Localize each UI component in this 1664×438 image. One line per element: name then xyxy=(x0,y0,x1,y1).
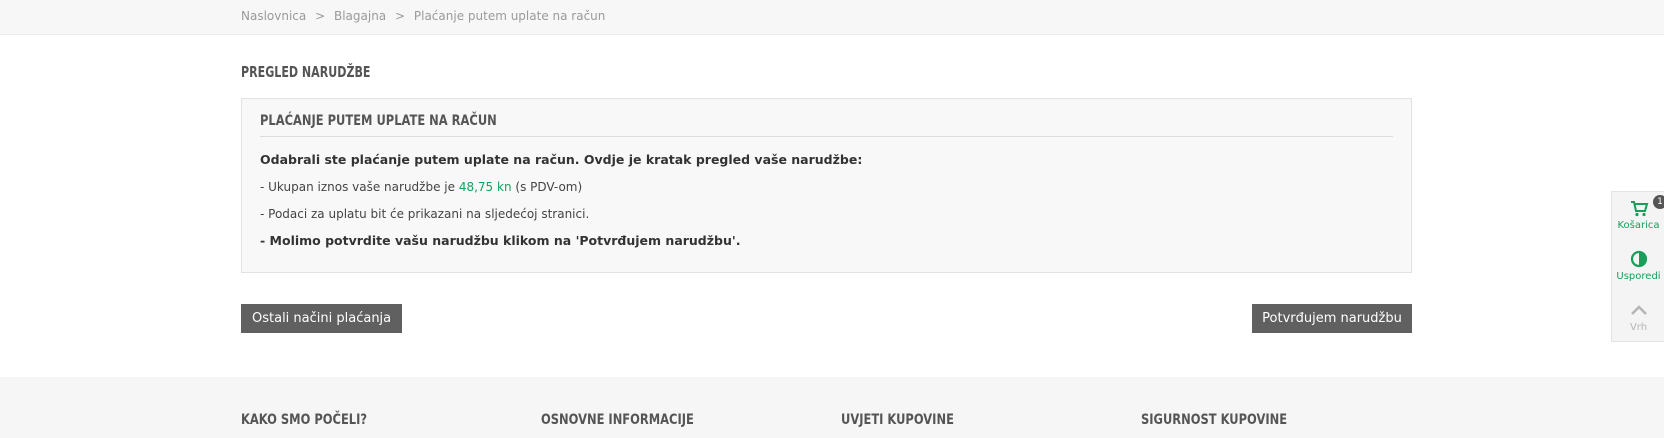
confirm-instruction-line: - Molimo potvrdite vašu narudžbu klikom … xyxy=(260,233,741,248)
compare-button[interactable]: Usporedi xyxy=(1612,249,1664,282)
total-suffix: (s PDV-om) xyxy=(515,180,583,194)
back-to-top-label: Vrh xyxy=(1629,322,1648,333)
footer-heading-terms[interactable]: UVJETI KUPOVINE xyxy=(841,412,954,428)
total-amount: 48,75 kn xyxy=(458,180,512,194)
breadcrumb-separator: > xyxy=(394,9,406,23)
breadcrumb-bar: Naslovnica > Blagajna > Plaćanje putem u… xyxy=(0,0,1664,35)
footer-heading-info[interactable]: OSNOVNE INFORMACIJE xyxy=(541,412,694,428)
total-prefix: - Ukupan iznos vaše narudžbe je xyxy=(260,180,455,194)
other-payment-methods-button[interactable]: Ostali načini plaćanja xyxy=(241,304,403,333)
compare-icon xyxy=(1630,250,1647,268)
total-line: - Ukupan iznos vaše narudžbe je 48,75 kn… xyxy=(260,180,582,194)
cart-label: Košarica xyxy=(1617,220,1660,231)
breadcrumb-separator: > xyxy=(315,9,326,23)
breadcrumb-home-link[interactable]: Naslovnica xyxy=(241,9,306,23)
footer: KAKO SMO POČELI? OSNOVNE INFORMACIJE UVJ… xyxy=(0,377,1664,438)
order-summary-panel: PLAĆANJE PUTEM UPLATE NA RAČUN Odabrali … xyxy=(241,98,1412,273)
intro-text: Odabrali ste plaćanje putem uplate na ra… xyxy=(260,152,863,167)
breadcrumb-current: Plaćanje putem uplate na račun xyxy=(413,9,606,23)
cart-count-badge: 1 xyxy=(1653,195,1664,209)
confirm-order-button[interactable]: Potvrđujem narudžbu xyxy=(1252,304,1412,333)
footer-heading-about[interactable]: KAKO SMO POČELI? xyxy=(241,412,367,428)
panel-divider xyxy=(260,136,1393,137)
footer-heading-security[interactable]: SIGURNOST KUPOVINE xyxy=(1141,412,1287,428)
back-to-top-button[interactable]: Vrh xyxy=(1612,300,1664,333)
cart-icon xyxy=(1630,201,1648,217)
payment-info-line: - Podaci za uplatu bit će prikazani na s… xyxy=(260,207,590,221)
page-title: PREGLED NARUDŽBE xyxy=(241,63,371,81)
chevron-up-icon xyxy=(1630,305,1647,315)
breadcrumb-checkout-link[interactable]: Blagajna xyxy=(334,9,386,23)
panel-title: PLAĆANJE PUTEM UPLATE NA RAČUN xyxy=(260,113,497,129)
compare-label: Usporedi xyxy=(1616,271,1661,282)
breadcrumb: Naslovnica > Blagajna > Plaćanje putem u… xyxy=(241,9,605,23)
side-widget: Košarica 1 Usporedi Vrh xyxy=(1611,191,1664,342)
